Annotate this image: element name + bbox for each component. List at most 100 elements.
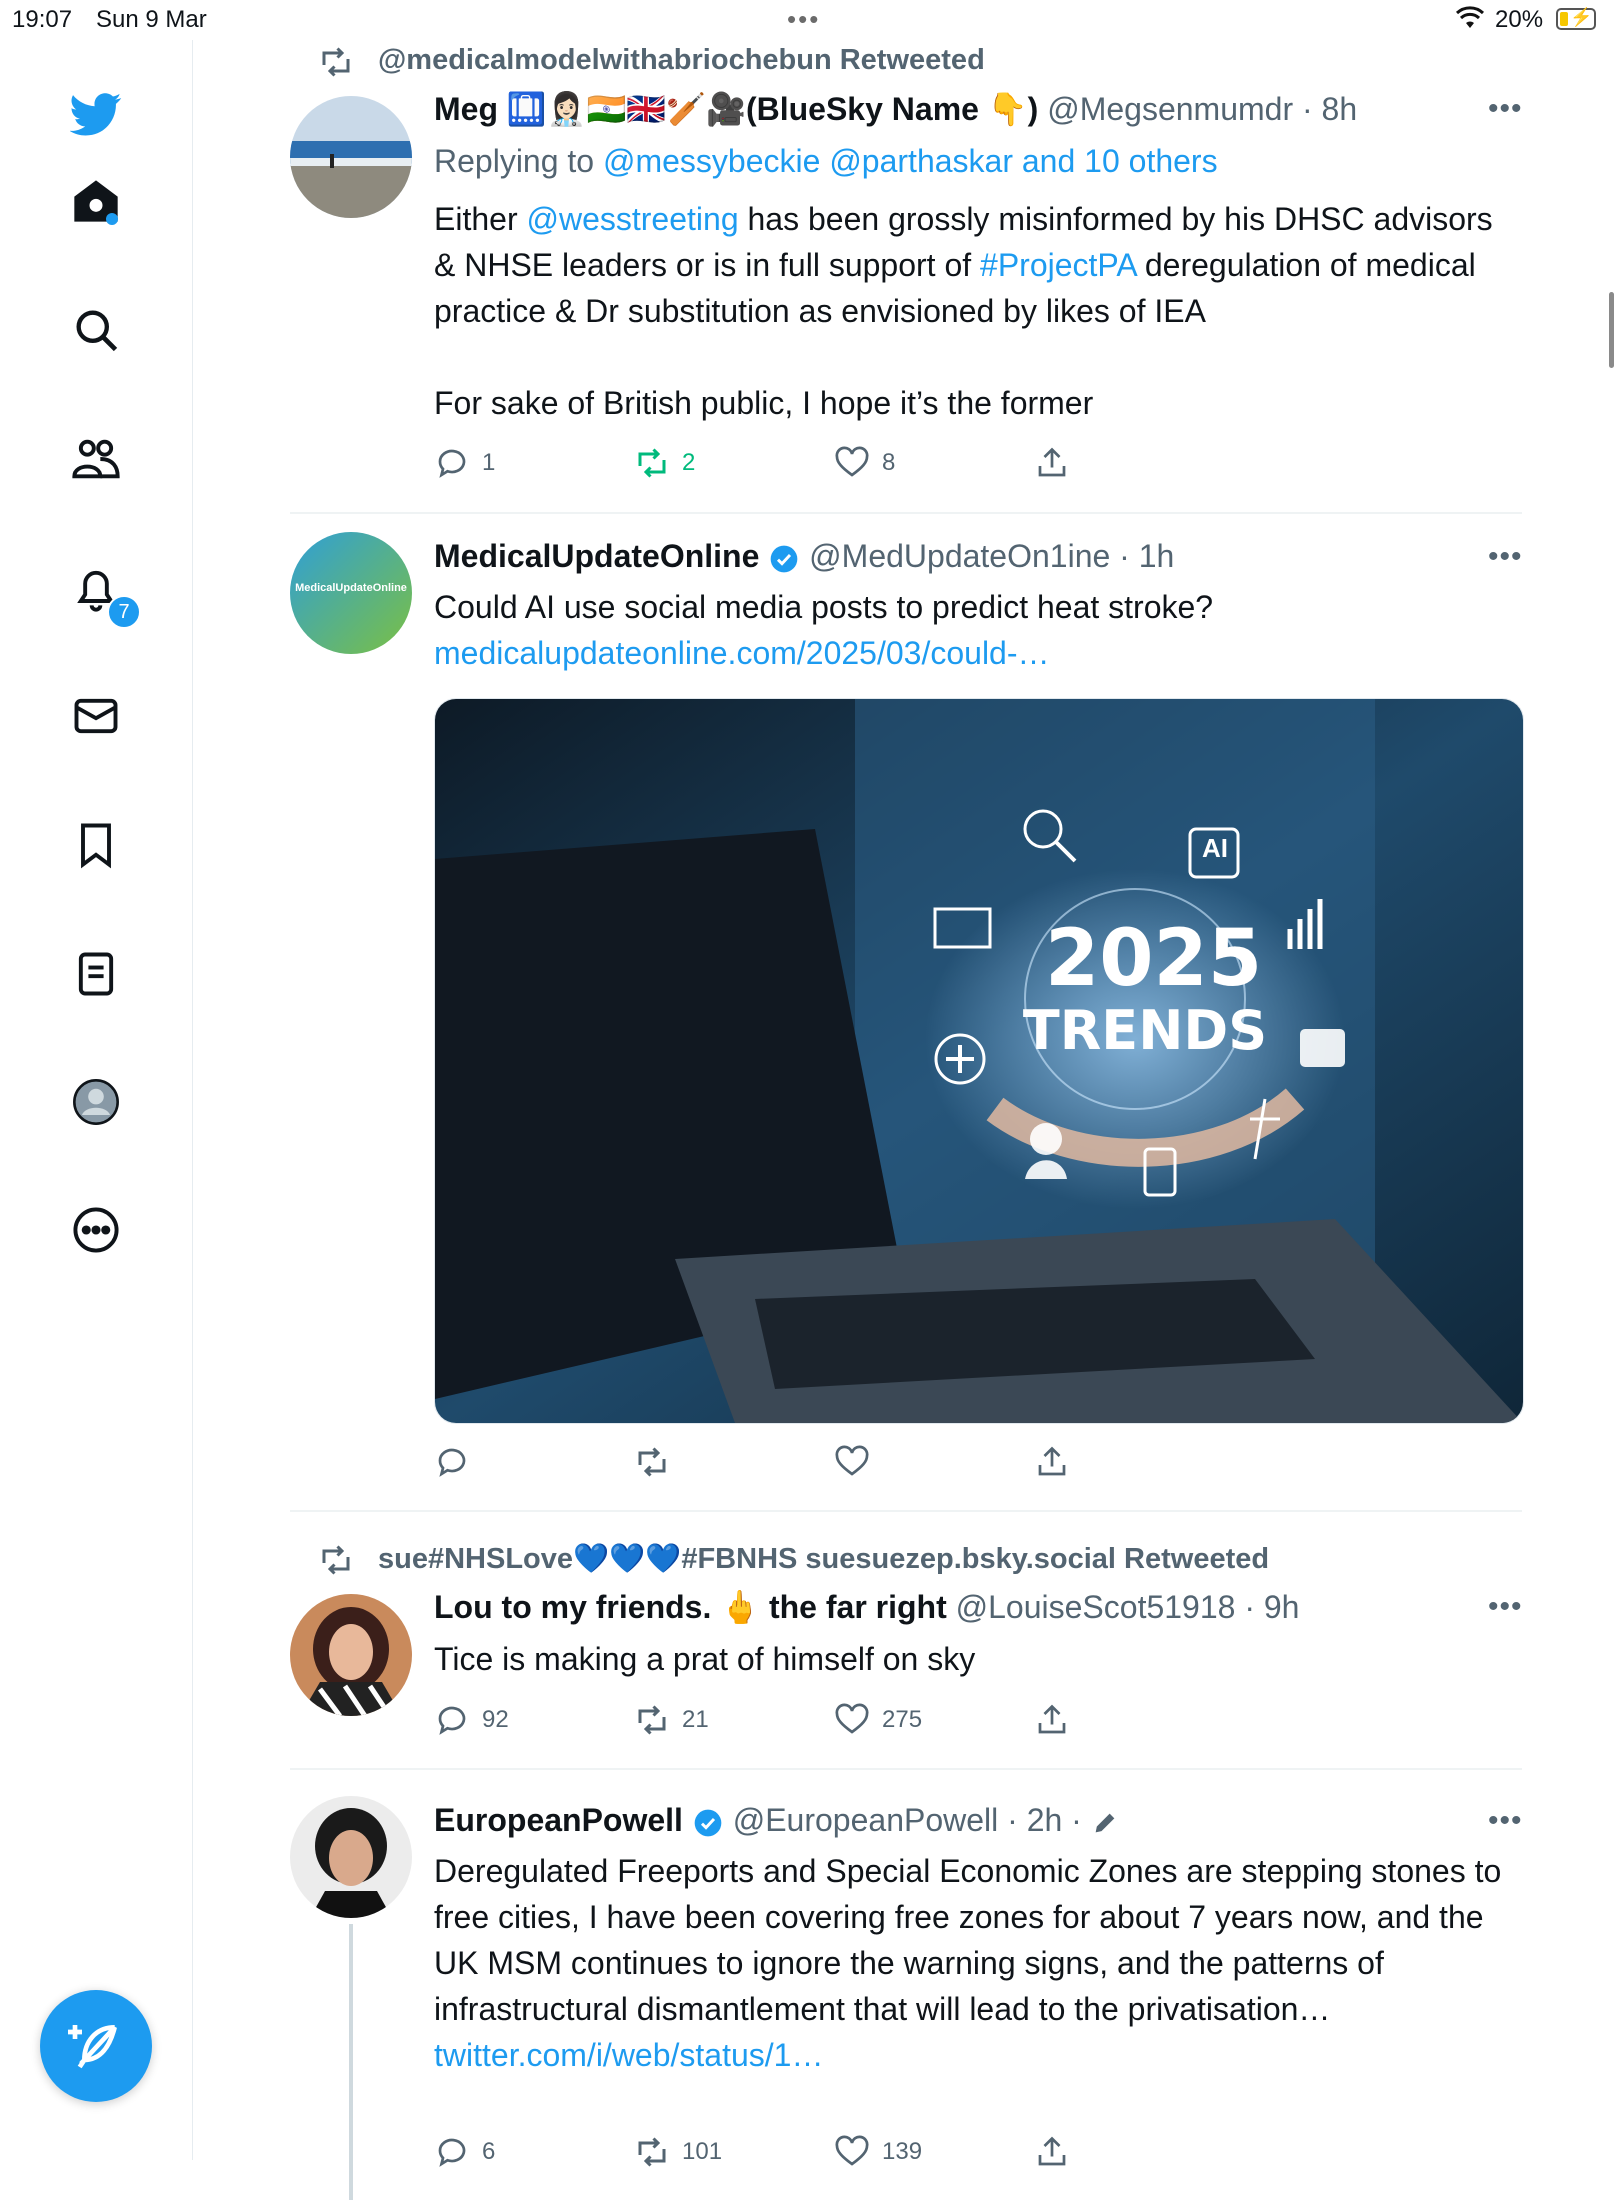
share-icon [1038, 447, 1066, 477]
tweet-actions: 6 101 139 [434, 2134, 1134, 2174]
retweet-small-icon [322, 47, 350, 77]
reply-button[interactable]: 1 [434, 445, 495, 481]
tweet-time: · 1h [1119, 538, 1175, 574]
profile-avatar-icon[interactable] [70, 1076, 122, 1128]
reply-button[interactable] [434, 1444, 482, 1480]
more-options-button[interactable]: ••• [1488, 540, 1523, 574]
retweet-button[interactable] [634, 1444, 682, 1480]
multitasking-dots-icon[interactable]: ••• [787, 4, 820, 35]
tweet-text: Could AI use social media posts to predi… [434, 589, 1214, 625]
reply-count: 6 [482, 2138, 496, 2165]
replying-to: Replying to @messybeckie @parthaskar and… [434, 138, 1514, 184]
share-button[interactable] [1034, 1444, 1082, 1480]
reply-icon [438, 449, 466, 478]
retweet-count: 21 [682, 1706, 709, 1733]
status-bar: 19:07 Sun 9 Mar ••• 20% ⚡ [0, 0, 1620, 40]
reply-count: 92 [482, 1706, 509, 1733]
status-link[interactable]: twitter.com/i/web/status/1… [434, 2037, 823, 2073]
tweet-media-image[interactable]: AI 2025 TRENDS [434, 698, 1524, 1424]
hashtag-link[interactable]: #ProjectPA [980, 247, 1136, 283]
like-button[interactable] [834, 1444, 882, 1480]
mention-link[interactable]: @wesstreeting [526, 201, 738, 237]
text-segment: Either [434, 201, 527, 237]
tweet-text: Either @wesstreeting has been grossly mi… [434, 196, 1514, 334]
author-handle[interactable]: @Megsenmumdr [1047, 91, 1293, 127]
retweet-icon [638, 448, 666, 478]
retweeted-by-text: sue#NHSLove💙💙💙#FBNHS suesuezep.bsky.soci… [378, 1543, 1270, 1575]
search-icon[interactable] [70, 304, 122, 356]
tweet-time: · 2h · [1007, 1802, 1082, 1838]
more-options-icon[interactable] [70, 1204, 122, 1256]
tweet-actions [434, 1444, 1134, 1484]
retweet-icon [638, 2137, 666, 2167]
more-options-button[interactable]: ••• [1488, 1590, 1523, 1624]
retweeted-by-label: sue#NHSLove💙💙💙#FBNHS suesuezep.bsky.soci… [322, 1542, 1270, 1576]
text-segment: Deregulated Freeports and Special Econom… [434, 1853, 1502, 2027]
more-options-button[interactable]: ••• [1488, 1804, 1523, 1838]
heart-icon [835, 2135, 869, 2166]
like-button[interactable]: 139 [834, 2134, 922, 2170]
like-count: 139 [882, 2138, 923, 2165]
tweet-divider [290, 1768, 1522, 1770]
share-icon [1038, 1704, 1066, 1734]
avatar[interactable] [290, 96, 412, 218]
tweet-text-2: For sake of British public, I hope it’s … [434, 385, 1094, 421]
author-name[interactable]: MedicalUpdateOnline [434, 538, 759, 574]
battery-icon: ⚡ [1556, 7, 1596, 30]
notifications-badge: 7 [107, 595, 141, 629]
like-button[interactable]: 275 [834, 1702, 922, 1738]
avatar[interactable] [290, 1594, 412, 1716]
replying-to-users[interactable]: @messybeckie @parthaskar and 10 others [603, 143, 1218, 179]
reply-icon [438, 1706, 466, 1735]
retweet-button[interactable]: 2 [634, 445, 695, 481]
sidebar: 7 [0, 40, 193, 2160]
messages-icon[interactable] [70, 690, 122, 742]
avatar[interactable] [290, 1796, 412, 1918]
edited-pencil-icon[interactable] [1091, 1809, 1119, 1837]
author-name[interactable]: Lou to my friends. 🖕 the far right [434, 1589, 947, 1625]
article-link[interactable]: medicalupdateonline.com/2025/03/could-… [434, 630, 1514, 676]
lists-icon[interactable] [70, 948, 122, 1000]
author-handle[interactable]: @EuropeanPowell [733, 1802, 999, 1838]
media-year-text: 2025 [1045, 914, 1263, 1004]
share-button[interactable] [1034, 1702, 1082, 1738]
retweet-button[interactable]: 21 [634, 1702, 709, 1738]
status-date: Sun 9 Mar [96, 6, 207, 33]
media-ai-label: AI [1202, 833, 1228, 863]
retweet-icon [638, 1447, 666, 1477]
avatar-logo-text: MedicalUpdateOnline [295, 582, 407, 594]
replying-prefix: Replying to [434, 143, 603, 179]
reply-count: 1 [482, 449, 496, 476]
retweet-count: 2 [682, 449, 696, 476]
avatar[interactable]: MedicalUpdateOnline [290, 532, 412, 654]
more-options-button[interactable]: ••• [1488, 92, 1523, 126]
reply-button[interactable]: 92 [434, 1702, 509, 1738]
twitter-logo-icon[interactable] [69, 88, 122, 140]
status-time: 19:07 [12, 6, 73, 33]
retweet-small-icon [322, 1545, 350, 1575]
tweet-actions: 92 21 275 [434, 1702, 1134, 1742]
like-button[interactable]: 8 [834, 445, 895, 481]
tweet-divider [290, 1510, 1522, 1512]
retweet-icon [638, 1705, 666, 1735]
communities-icon[interactable] [70, 433, 122, 485]
retweet-button[interactable]: 101 [634, 2134, 722, 2170]
media-trends-text: TRENDS [1022, 999, 1268, 1062]
tweet-divider [290, 512, 1522, 514]
reply-button[interactable]: 6 [434, 2134, 495, 2170]
like-count: 275 [882, 1706, 923, 1733]
tweet-actions: 1 2 8 [434, 445, 1134, 485]
share-button[interactable] [1034, 2134, 1082, 2170]
author-name[interactable]: EuropeanPowell [434, 1802, 683, 1838]
author-handle[interactable]: @LouiseScot51918 [956, 1589, 1236, 1625]
scrollbar[interactable] [1609, 292, 1614, 368]
share-button[interactable] [1034, 445, 1082, 481]
home-unread-dot [106, 213, 118, 225]
author-name[interactable]: Meg 🛄👩🏻‍⚕️🇮🇳🇬🇧🏏🎥(BlueSky Name 👇) [434, 91, 1038, 127]
tweet-text: Tice is making a prat of himself on sky [434, 1641, 976, 1677]
compose-tweet-button[interactable] [40, 1990, 152, 2102]
reply-icon [438, 1448, 466, 1477]
author-handle[interactable]: @MedUpdateOn1ine [809, 538, 1110, 574]
bookmarks-icon[interactable] [70, 819, 122, 871]
tweet-time: · 9h [1244, 1589, 1300, 1625]
